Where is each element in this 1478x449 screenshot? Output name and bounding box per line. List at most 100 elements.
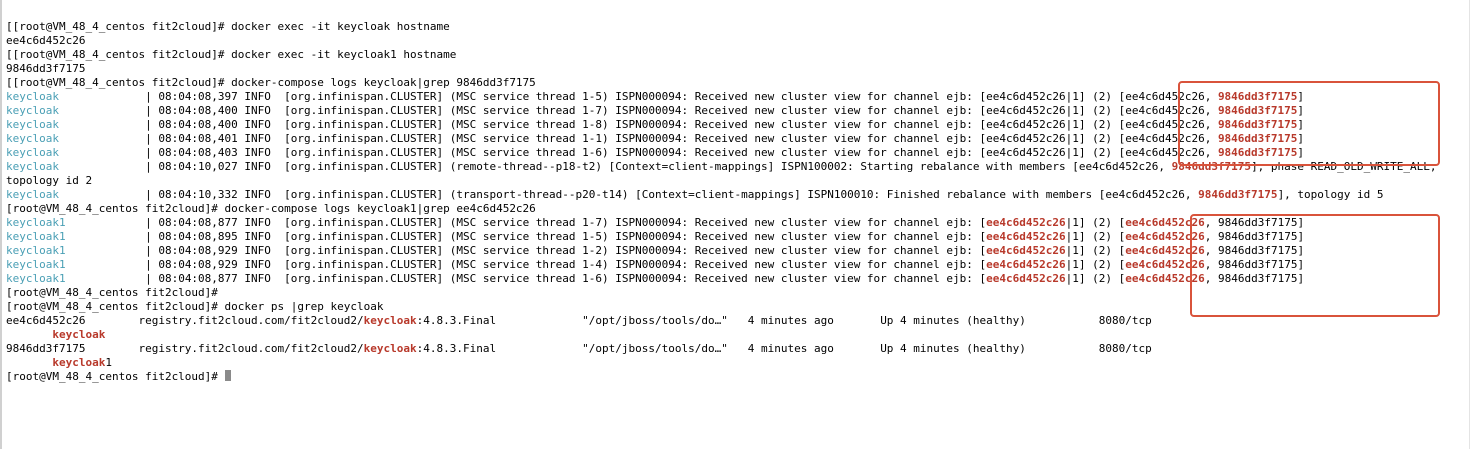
terminal-line: [[root@VM_48_4_centos fit2cloud]# docker… <box>6 20 1478 34</box>
service-name: keycloak <box>6 90 146 103</box>
highlighted-match: ee4c6d452c26 <box>986 258 1066 271</box>
service-name: keycloak1 <box>6 244 146 257</box>
highlighted-match: ee4c6d452c26 <box>1125 258 1205 271</box>
service-name: keycloak <box>6 104 146 117</box>
line-text: 9846dd3f7175 registry.fit2cloud.com/fit2… <box>6 342 364 355</box>
line-text: , 9846dd3f7175] <box>1204 272 1305 285</box>
line-text: | 08:04:08,400 INFO [org.infinispan.CLUS… <box>145 104 1218 117</box>
line-text: | 08:04:08,877 INFO [org.infinispan.CLUS… <box>145 272 987 285</box>
line-text: , 9846dd3f7175] <box>1204 244 1305 257</box>
line-text: |1] (2) [ <box>1065 216 1126 229</box>
terminal-line: [root@VM_48_4_centos fit2cloud]# docker … <box>6 300 1478 314</box>
line-text: |1] (2) [ <box>1065 272 1126 285</box>
terminal-line: keycloak | 08:04:08,401 INFO [org.infini… <box>6 132 1478 146</box>
highlighted-match: 9846dd3f7175 <box>1171 160 1252 173</box>
line-text: ] <box>1297 90 1305 103</box>
service-name: keycloak <box>6 160 146 173</box>
highlighted-match: ee4c6d452c26 <box>986 216 1066 229</box>
highlighted-match: keycloak <box>52 328 106 341</box>
line-text: | 08:04:08,401 INFO [org.infinispan.CLUS… <box>145 132 1218 145</box>
highlighted-match: ee4c6d452c26 <box>986 230 1066 243</box>
service-name: keycloak <box>6 188 146 201</box>
terminal-output: [[root@VM_48_4_centos fit2cloud]# docker… <box>6 20 1478 384</box>
terminal-line: keycloak | 08:04:08,400 INFO [org.infini… <box>6 118 1478 132</box>
terminal-line: 9846dd3f7175 registry.fit2cloud.com/fit2… <box>6 342 1478 356</box>
shell-prompt-line: [root@VM_48_4_centos fit2cloud]# <box>6 370 1478 384</box>
highlighted-match: ee4c6d452c26 <box>1125 216 1205 229</box>
line-text: |1] (2) [ <box>1065 230 1126 243</box>
service-name: keycloak1 <box>6 216 146 229</box>
line-text: ] <box>1297 104 1305 117</box>
line-text: | 08:04:08,400 INFO [org.infinispan.CLUS… <box>145 118 1218 131</box>
line-text: [[root@VM_48_4_centos fit2cloud]# docker… <box>6 76 536 89</box>
service-name: keycloak <box>6 146 146 159</box>
highlighted-match: 9846dd3f7175 <box>1198 188 1278 201</box>
line-text: | 08:04:08,929 INFO [org.infinispan.CLUS… <box>145 258 987 271</box>
line-text: ] <box>1297 146 1305 159</box>
terminal-line: keycloak1 | 08:04:08,929 INFO [org.infin… <box>6 244 1478 258</box>
terminal-line: keycloak | 08:04:08,403 INFO [org.infini… <box>6 146 1478 160</box>
line-text: |1] (2) [ <box>1065 258 1126 271</box>
line-text: [root@VM_48_4_centos fit2cloud]# docker-… <box>6 202 536 215</box>
highlighted-match: keycloak <box>363 342 417 355</box>
highlighted-match: 9846dd3f7175 <box>1217 132 1298 145</box>
highlighted-match: keycloak <box>363 314 417 327</box>
terminal-line: keycloak <box>6 328 1478 342</box>
terminal-line: [[root@VM_48_4_centos fit2cloud]# docker… <box>6 48 1478 62</box>
line-text: | 08:04:10,027 INFO [org.infinispan.CLUS… <box>145 160 1172 173</box>
service-name: keycloak <box>6 118 146 131</box>
line-text: | 08:04:10,332 INFO [org.infinispan.CLUS… <box>145 188 1199 201</box>
line-text: :4.8.3.Final "/opt/jboss/tools/do…" 4 mi… <box>416 314 1152 327</box>
terminal-window[interactable]: [[root@VM_48_4_centos fit2cloud]# docker… <box>0 0 1478 449</box>
line-text: , 9846dd3f7175] <box>1204 230 1305 243</box>
line-text: :4.8.3.Final "/opt/jboss/tools/do…" 4 mi… <box>416 342 1152 355</box>
terminal-line: [root@VM_48_4_centos fit2cloud]# docker-… <box>6 202 1478 216</box>
terminal-line: keycloak | 08:04:08,397 INFO [org.infini… <box>6 90 1478 104</box>
terminal-line: keycloak1 <box>6 356 1478 370</box>
highlighted-match: 9846dd3f7175 <box>1217 104 1298 117</box>
service-name: keycloak1 <box>6 272 146 285</box>
highlighted-match: 9846dd3f7175 <box>1217 118 1298 131</box>
line-text: [[root@VM_48_4_centos fit2cloud]# docker… <box>6 20 450 33</box>
terminal-line: [[root@VM_48_4_centos fit2cloud]# docker… <box>6 76 1478 90</box>
terminal-line: [root@VM_48_4_centos fit2cloud]# <box>6 286 1478 300</box>
service-name: keycloak1 <box>6 258 146 271</box>
terminal-line: keycloak1 | 08:04:08,877 INFO [org.infin… <box>6 272 1478 286</box>
scrollbar-track[interactable] <box>1469 0 1470 449</box>
line-text: | 08:04:08,895 INFO [org.infinispan.CLUS… <box>145 230 987 243</box>
line-text: , 9846dd3f7175] <box>1204 258 1305 271</box>
terminal-line: ee4c6d452c26 registry.fit2cloud.com/fit2… <box>6 314 1478 328</box>
terminal-line: ee4c6d452c26 <box>6 34 1478 48</box>
service-name: keycloak <box>6 132 146 145</box>
terminal-line: keycloak | 08:04:08,400 INFO [org.infini… <box>6 104 1478 118</box>
service-name: keycloak1 <box>6 230 146 243</box>
highlighted-match: 9846dd3f7175 <box>1217 146 1298 159</box>
terminal-line: keycloak | 08:04:10,332 INFO [org.infini… <box>6 188 1466 202</box>
line-text: | 08:04:08,877 INFO [org.infinispan.CLUS… <box>145 216 987 229</box>
line-text: ], topology id 5 <box>1277 188 1384 201</box>
highlighted-match: ee4c6d452c26 <box>1125 244 1205 257</box>
highlighted-match: keycloak <box>52 356 106 369</box>
line-text: ] <box>1297 132 1305 145</box>
line-text: | 08:04:08,403 INFO [org.infinispan.CLUS… <box>145 146 1218 159</box>
line-text: |1] (2) [ <box>1065 244 1126 257</box>
terminal-line: keycloak1 | 08:04:08,877 INFO [org.infin… <box>6 216 1478 230</box>
line-text: , 9846dd3f7175] <box>1204 216 1305 229</box>
cursor-block[interactable] <box>224 370 231 381</box>
highlighted-match: ee4c6d452c26 <box>986 244 1066 257</box>
line-text: [root@VM_48_4_centos fit2cloud]# docker … <box>6 300 384 313</box>
line-text: ee4c6d452c26 registry.fit2cloud.com/fit2… <box>6 314 364 327</box>
line-text: 1 <box>105 356 112 369</box>
line-text: | 08:04:08,929 INFO [org.infinispan.CLUS… <box>145 244 987 257</box>
line-text: [[root@VM_48_4_centos fit2cloud]# docker… <box>6 48 457 61</box>
highlighted-match: ee4c6d452c26 <box>986 272 1066 285</box>
terminal-line: 9846dd3f7175 <box>6 62 1478 76</box>
line-text: 9846dd3f7175 <box>6 62 86 75</box>
highlighted-match: 9846dd3f7175 <box>1217 90 1298 103</box>
line-text <box>6 356 52 369</box>
highlighted-match: ee4c6d452c26 <box>1125 272 1205 285</box>
terminal-line: keycloak1 | 08:04:08,929 INFO [org.infin… <box>6 258 1478 272</box>
line-text: [root@VM_48_4_centos fit2cloud]# <box>6 370 225 383</box>
line-text: | 08:04:08,397 INFO [org.infinispan.CLUS… <box>145 90 1218 103</box>
terminal-line: keycloak | 08:04:10,027 INFO [org.infini… <box>6 160 1466 188</box>
